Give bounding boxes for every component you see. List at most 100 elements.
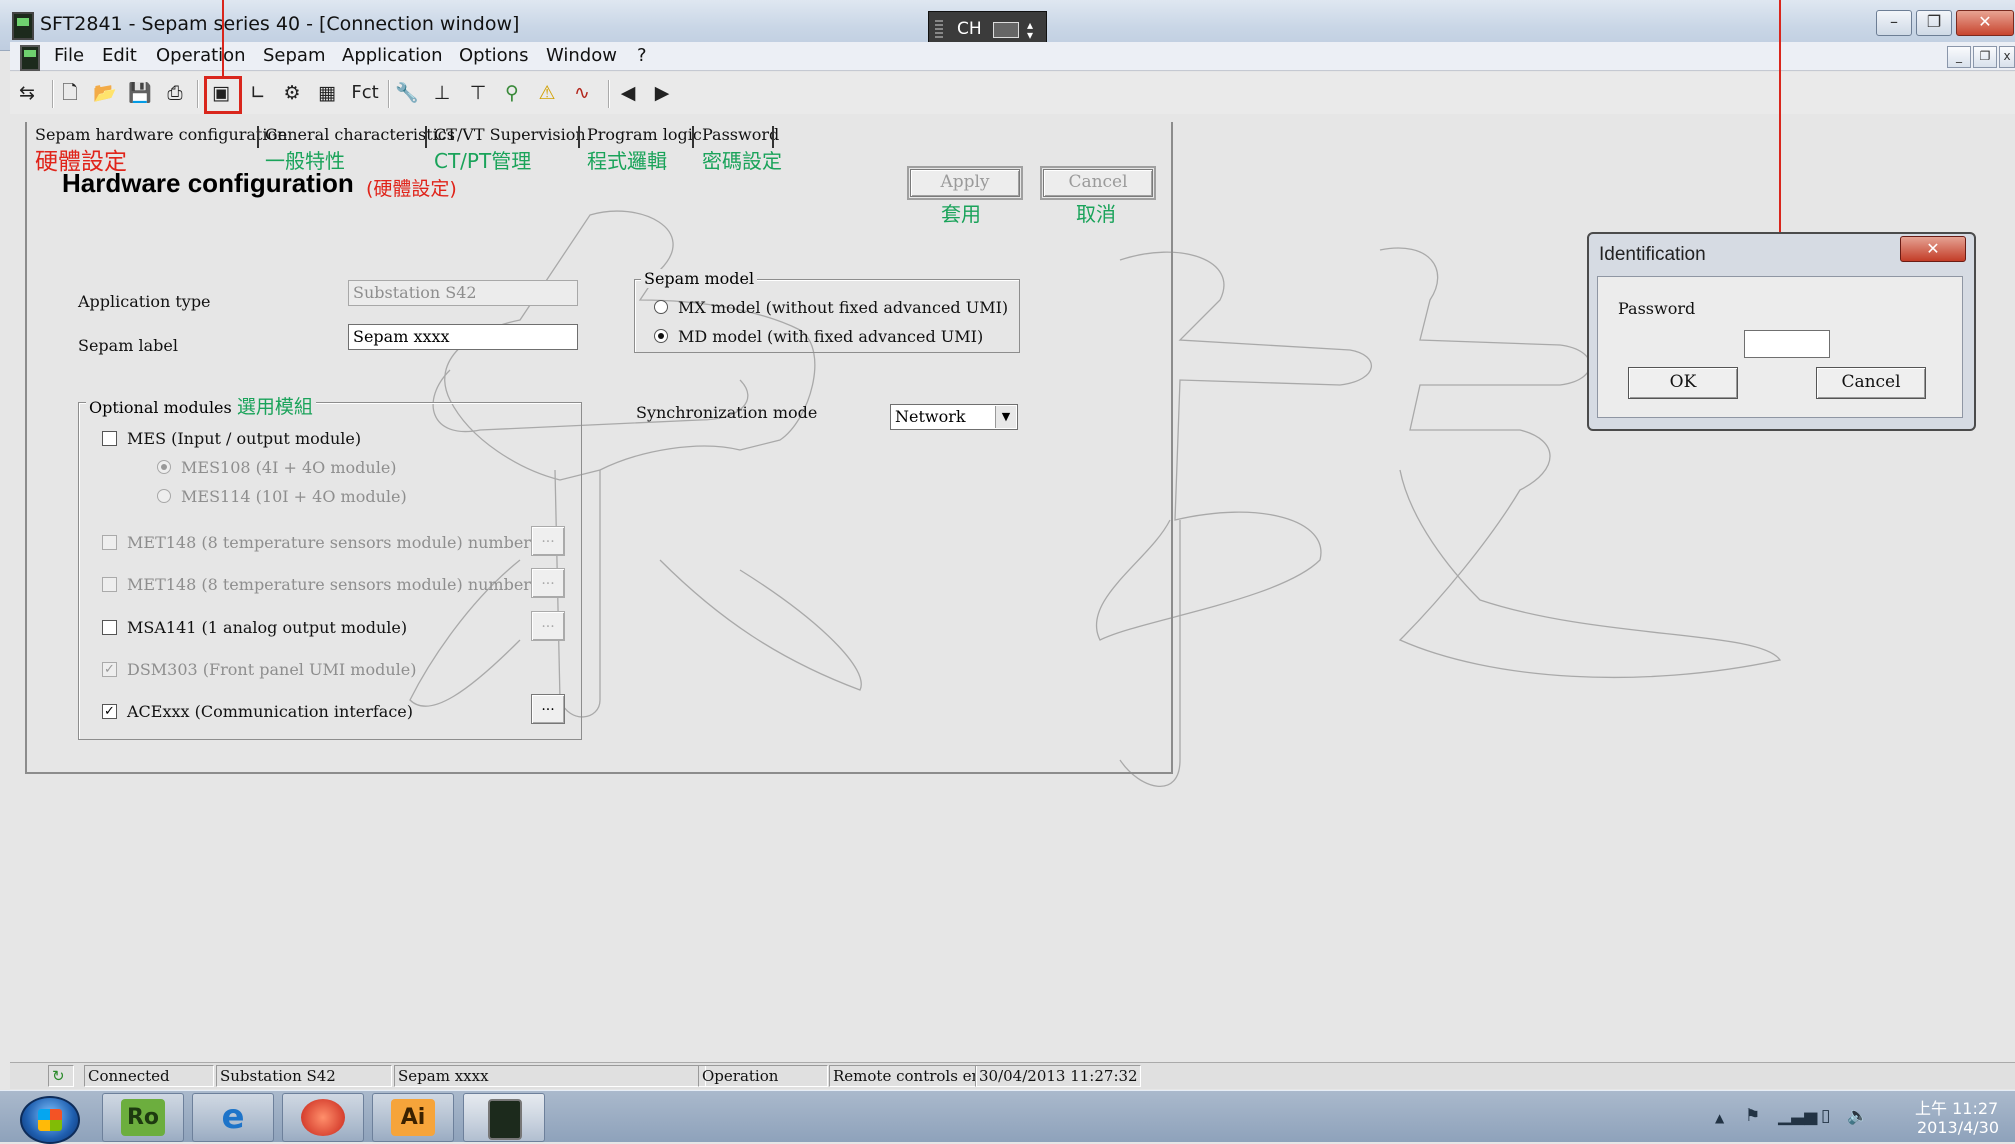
menu-window[interactable]: Window xyxy=(546,45,617,66)
dialog-ok-button[interactable]: OK xyxy=(1628,367,1738,399)
clock-date[interactable]: 2013/4/30 xyxy=(1917,1118,1999,1137)
status-mode: Operation xyxy=(698,1065,828,1087)
program-icon[interactable]: ▦ xyxy=(315,81,339,105)
menu-options[interactable]: Options xyxy=(459,45,528,66)
taskbar-app-sft2841[interactable] xyxy=(463,1093,545,1142)
acexxx-ellipsis-button[interactable]: ... xyxy=(531,694,565,724)
close-button[interactable]: ✕ xyxy=(1956,10,2014,36)
menu-operation[interactable]: Operation xyxy=(156,45,246,66)
annotation-line xyxy=(222,0,224,76)
chevron-down-icon[interactable]: ▼ xyxy=(995,406,1016,428)
md-model-radio[interactable] xyxy=(654,329,668,343)
ct-vt-icon[interactable]: ⊤ xyxy=(466,81,490,105)
windows-logo-icon xyxy=(38,1109,62,1131)
dialog-body: Password OK Cancel xyxy=(1597,276,1963,418)
ro-app-icon: Ro xyxy=(121,1099,165,1136)
optional-modules-legend-text: Optional modules xyxy=(89,398,232,417)
ime-language: CH xyxy=(957,19,982,39)
recorder-icon[interactable]: ⚲ xyxy=(500,81,524,105)
menu-file[interactable]: File xyxy=(54,45,84,66)
cancel-button[interactable]: Cancel xyxy=(1043,169,1153,197)
sync-mode-select[interactable]: Network ▼ xyxy=(890,404,1018,430)
taskbar-app-illustrator[interactable]: Ai xyxy=(372,1093,454,1142)
apply-button[interactable]: Apply xyxy=(910,169,1020,197)
acexxx-checkbox[interactable]: ✓ xyxy=(102,704,117,719)
acexxx-label[interactable]: ACExxx (Communication interface) xyxy=(127,702,413,721)
document-icon[interactable] xyxy=(20,45,40,71)
status-label: Sepam xxxx xyxy=(394,1065,706,1087)
taskbar-app-red[interactable] xyxy=(282,1093,364,1142)
antenna-icon[interactable]: ⊥ xyxy=(430,81,454,105)
msa141-label[interactable]: MSA141 (1 analog output module) xyxy=(127,618,407,637)
print-icon[interactable]: ⎙ xyxy=(163,81,187,105)
toolbar: ⇆ 🗋 📂 💾 ⎙ ▣ ∟ ⚙ ▦ Fct 🔧 ⊥ ⊤ ⚲ ⚠ ∿ ◀ ▶ xyxy=(10,72,2015,114)
system-tray: ▲ ⚑ ▁▃▅ ▯ 🔈 上午 11:27 2013/4/30 xyxy=(1695,1091,2015,1142)
network-icon[interactable]: ▁▃▅ xyxy=(1778,1106,1817,1126)
met148-2-label: MET148 (8 temperature sensors module) nu… xyxy=(127,575,547,594)
password-input[interactable] xyxy=(1744,330,1830,358)
met148-2-ellipsis-button: ... xyxy=(531,568,565,598)
mes114-label: MES114 (10I + 4O module) xyxy=(181,487,407,506)
mes-checkbox[interactable] xyxy=(102,431,117,446)
wrench-icon[interactable]: 🔧 xyxy=(395,81,419,105)
mx-model-label[interactable]: MX model (without fixed advanced UMI) xyxy=(678,298,1008,317)
clock-time[interactable]: 上午 11:27 xyxy=(1915,1095,1998,1119)
tab-program-logic[interactable]: Program logic xyxy=(587,125,702,144)
password-label: Password xyxy=(1618,299,1696,318)
met148-1-ellipsis-button: ... xyxy=(531,526,565,556)
mdi-restore-button[interactable]: ❐ xyxy=(1973,46,1997,68)
dialog-close-button[interactable]: ✕ xyxy=(1900,236,1966,262)
connect-icon[interactable]: ⇆ xyxy=(12,81,42,105)
taskbar-app-ie[interactable]: e xyxy=(192,1093,274,1142)
keyboard-icon[interactable] xyxy=(993,22,1019,38)
tab-zh-password: 密碼設定 xyxy=(702,149,782,173)
tab-ct-vt-supervision[interactable]: CT/VT Supervision xyxy=(434,125,586,144)
dialog-cancel-button[interactable]: Cancel xyxy=(1816,367,1926,399)
tab-zh-program: 程式邏輯 xyxy=(587,149,667,173)
sync-mode-value: Network xyxy=(895,407,966,426)
illustrator-icon: Ai xyxy=(391,1099,435,1136)
menu-edit[interactable]: Edit xyxy=(102,45,137,66)
fct-button[interactable]: Fct xyxy=(350,81,380,105)
status-datetime: 30/04/2013 11:27:32 xyxy=(975,1065,1141,1087)
grip-handle[interactable] xyxy=(935,20,943,38)
taskbar-app-ro[interactable]: Ro xyxy=(102,1093,184,1142)
page-title-zh: (硬體設定) xyxy=(366,178,457,200)
mdi-close-button[interactable]: x xyxy=(1999,46,2015,68)
mes-label[interactable]: MES (Input / output module) xyxy=(127,429,361,448)
ime-options-icon[interactable]: ▴ ▾ xyxy=(1027,19,1033,41)
waveform-icon[interactable]: ∿ xyxy=(570,81,594,105)
menu-help[interactable]: ? xyxy=(637,45,647,66)
restore-button[interactable]: ❐ xyxy=(1916,10,1952,36)
apply-zh-label: 套用 xyxy=(941,202,981,226)
curve-icon[interactable]: ∟ xyxy=(246,81,270,105)
highlight-box xyxy=(204,76,242,114)
sft2841-icon xyxy=(488,1099,522,1140)
minimize-button[interactable]: – xyxy=(1876,10,1912,36)
page-title: Hardware configuration xyxy=(62,168,354,198)
warning-icon[interactable]: ⚠ xyxy=(535,81,559,105)
settings-icon[interactable]: ⚙ xyxy=(280,81,304,105)
right-arrow-icon[interactable]: ▶ xyxy=(650,81,674,105)
sepam-label-field[interactable]: Sepam xxxx xyxy=(348,324,578,350)
tab-password[interactable]: Password xyxy=(702,125,779,144)
msa141-ellipsis-button: ... xyxy=(531,611,565,641)
left-arrow-icon[interactable]: ◀ xyxy=(616,81,640,105)
msa141-checkbox[interactable] xyxy=(102,620,117,635)
flag-icon[interactable]: ⚑ xyxy=(1745,1106,1760,1126)
mdi-minimize-button[interactable]: _ xyxy=(1947,46,1971,68)
battery-icon[interactable]: ▯ xyxy=(1821,1106,1830,1126)
md-model-label[interactable]: MD model (with fixed advanced UMI) xyxy=(678,327,983,346)
save-icon[interactable]: 💾 xyxy=(128,81,152,105)
open-folder-icon[interactable]: 📂 xyxy=(93,81,117,105)
app-icon[interactable] xyxy=(12,12,34,40)
start-button[interactable] xyxy=(20,1096,80,1144)
volume-icon[interactable]: 🔈 xyxy=(1847,1106,1868,1126)
menu-sepam[interactable]: Sepam xyxy=(263,45,326,66)
tray-expand-icon[interactable]: ▲ xyxy=(1715,1111,1724,1125)
new-file-icon[interactable]: 🗋 xyxy=(58,81,82,105)
dialog-title: Identification xyxy=(1599,244,1706,265)
mx-model-radio[interactable] xyxy=(654,300,668,314)
menu-application[interactable]: Application xyxy=(342,45,443,66)
met148-2-checkbox xyxy=(102,577,117,592)
